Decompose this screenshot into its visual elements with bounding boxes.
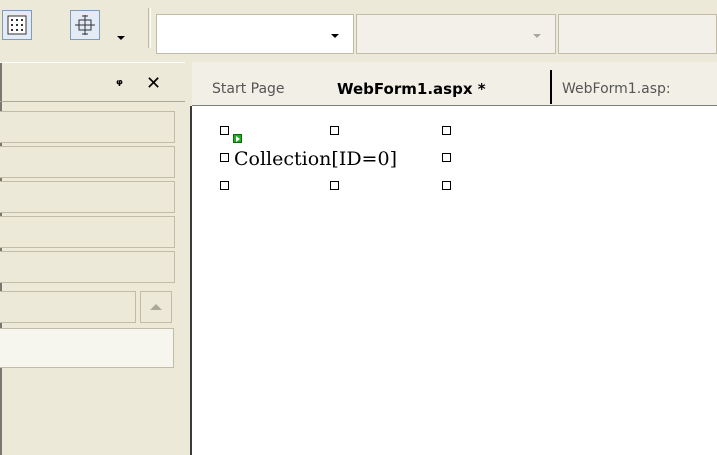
description-pane (0, 328, 174, 368)
property-row[interactable] (0, 251, 175, 283)
resize-handle[interactable] (330, 126, 339, 135)
property-row[interactable] (0, 111, 175, 143)
property-row[interactable] (0, 146, 175, 178)
font-name-combo[interactable] (356, 14, 556, 54)
chevron-down-icon[interactable] (331, 34, 339, 38)
data-control-text[interactable]: Collection[ID=0] (234, 147, 397, 171)
server-control-glyph-icon[interactable] (233, 134, 242, 143)
resize-handle[interactable] (220, 181, 229, 190)
snap-dropdown-arrow-icon[interactable] (117, 36, 125, 40)
chevron-up-icon (150, 304, 162, 310)
property-row[interactable] (0, 216, 175, 248)
properties-panel: ᵠ ✕ (0, 62, 185, 455)
resize-handle[interactable] (220, 126, 229, 135)
tab-separator (550, 70, 552, 104)
resize-handle[interactable] (442, 181, 451, 190)
resize-handle[interactable] (330, 181, 339, 190)
tab-webform1-code[interactable]: WebForm1.asp: (562, 74, 671, 104)
resize-handle[interactable] (442, 126, 451, 135)
snap-to-grid-button[interactable] (70, 10, 100, 40)
property-row[interactable] (0, 291, 136, 323)
tab-webform1-active[interactable]: WebForm1.aspx * (337, 74, 486, 104)
property-row[interactable] (0, 181, 175, 213)
chevron-down-icon (533, 34, 541, 38)
pin-icon[interactable]: ᵠ (116, 77, 123, 93)
tab-start-page[interactable]: Start Page (212, 74, 285, 104)
block-format-combo[interactable] (156, 14, 354, 54)
panel-header: ᵠ ✕ (0, 62, 185, 102)
resize-handle[interactable] (442, 153, 451, 162)
toolbar-separator (148, 8, 151, 48)
design-surface[interactable]: Collection[ID=0] (190, 106, 717, 455)
scroll-up-button[interactable] (140, 291, 172, 323)
document-tabstrip: Start Page WebForm1.aspx * WebForm1.asp: (192, 62, 717, 106)
snap-to-grid-icon (75, 15, 95, 35)
font-size-combo[interactable] (558, 14, 717, 54)
toolbar (0, 0, 717, 62)
grid-icon (7, 15, 27, 35)
show-grid-button[interactable] (2, 10, 32, 40)
close-icon[interactable]: ✕ (146, 73, 161, 94)
resize-handle[interactable] (220, 153, 229, 162)
